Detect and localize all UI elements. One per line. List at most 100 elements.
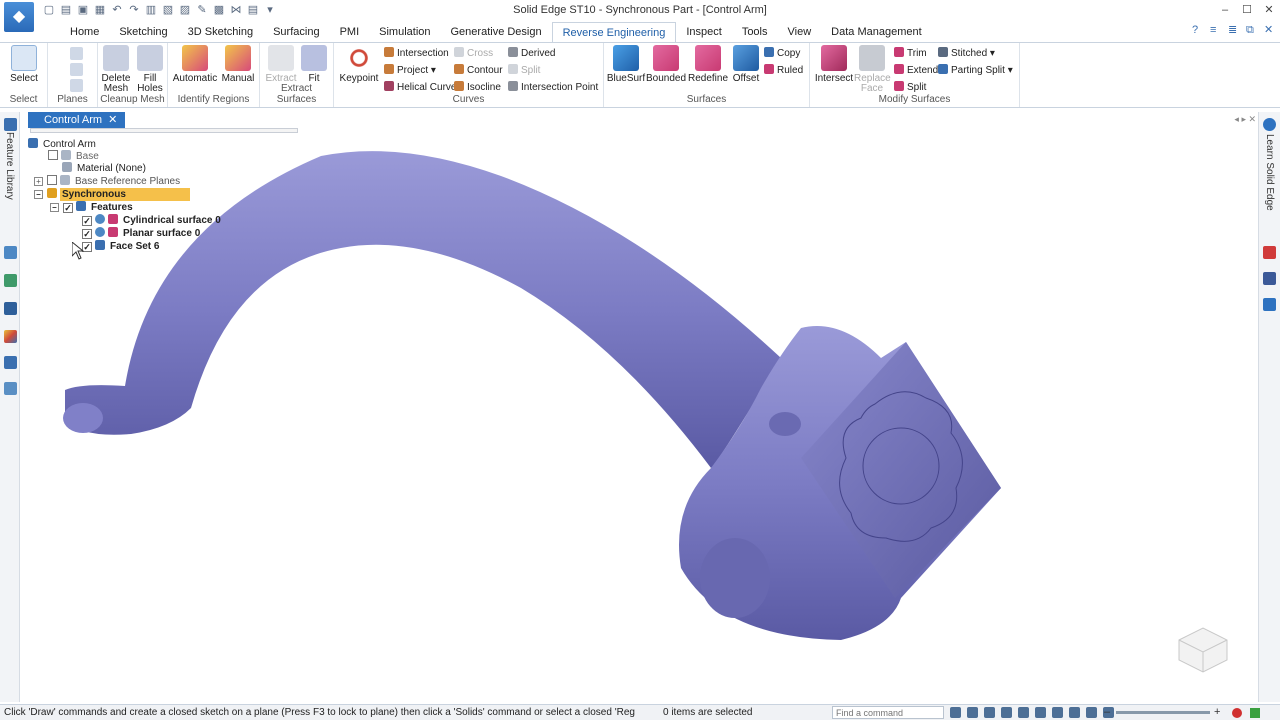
tab-sketching[interactable]: Sketching [109, 22, 177, 42]
feature-library-tab[interactable]: Feature Library [4, 132, 15, 200]
record-icon[interactable] [1232, 708, 1242, 718]
tab-3d-sketching[interactable]: 3D Sketching [178, 22, 263, 42]
redo-icon[interactable]: ↷ [127, 3, 141, 17]
intersection-button[interactable]: Intersection [384, 46, 449, 61]
delete-mesh-button[interactable]: Delete Mesh [100, 45, 132, 94]
teamcenter-icon[interactable] [4, 302, 17, 315]
zoom-out-button[interactable]: – [1104, 705, 1110, 720]
tab-inspect[interactable]: Inspect [676, 22, 731, 42]
ruled-button[interactable]: Ruled [764, 63, 803, 78]
bluesurf-button[interactable]: BlueSurf [606, 45, 646, 84]
arrow-icon[interactable] [950, 707, 961, 718]
stitched-button[interactable]: Stitched ▾ [938, 46, 995, 61]
youtube-icon[interactable] [1263, 246, 1276, 259]
project-button[interactable]: Project ▾ [384, 63, 436, 78]
tab-pmi[interactable]: PMI [330, 22, 370, 42]
command-finder-input[interactable] [832, 706, 944, 719]
offset-button[interactable]: Offset [730, 45, 762, 84]
zoom-icon[interactable] [984, 707, 995, 718]
zoom-area-icon[interactable] [967, 707, 978, 718]
collapse-icon[interactable]: – [50, 203, 59, 212]
minimize-button[interactable]: – [1214, 0, 1236, 20]
variables-icon[interactable] [4, 382, 17, 395]
maximize-button[interactable]: ☐ [1236, 0, 1258, 20]
derived-button[interactable]: Derived [508, 46, 555, 61]
intersect-button[interactable]: Intersect [814, 45, 854, 84]
copy-button[interactable]: Copy [764, 46, 800, 61]
layers-icon[interactable] [4, 246, 17, 259]
copy-icon[interactable]: ▧ [161, 3, 175, 17]
tree-node-planar-surface[interactable]: ✓ Planar surface 0 [82, 227, 202, 240]
rotate-icon[interactable] [1035, 707, 1046, 718]
select-button[interactable]: Select [4, 45, 44, 84]
plane-icon[interactable] [70, 47, 83, 60]
customize-qat-icon[interactable]: ▾ [263, 3, 277, 17]
tab-tools[interactable]: Tools [732, 22, 778, 42]
tree-node-material[interactable]: Material (None) [62, 162, 148, 175]
contour-button[interactable]: Contour [454, 63, 503, 78]
tab-reverse-engineering[interactable]: Reverse Engineering [551, 22, 677, 42]
trim-button[interactable]: Trim [894, 46, 927, 61]
surface-split-button[interactable]: Split [894, 80, 926, 95]
tab-home[interactable]: Home [60, 22, 109, 42]
axis-icon[interactable] [70, 79, 83, 92]
open-icon[interactable]: ▤ [59, 3, 73, 17]
cross-button[interactable]: Cross [454, 46, 493, 61]
redefine-button[interactable]: Redefine [686, 45, 730, 84]
save-icon[interactable]: ▣ [76, 3, 90, 17]
zoom-slider[interactable] [1116, 711, 1210, 714]
parting-split-button[interactable]: Parting Split ▾ [938, 63, 1013, 78]
tab-generative-design[interactable]: Generative Design [441, 22, 552, 42]
bounded-button[interactable]: Bounded [646, 45, 686, 84]
properties-icon[interactable]: ▥ [144, 3, 158, 17]
fit-view-icon[interactable] [1001, 707, 1012, 718]
new-icon[interactable]: ▢ [42, 3, 56, 17]
view-orient-icon[interactable] [1052, 707, 1063, 718]
collapse-icon[interactable]: – [34, 190, 43, 199]
tab-view[interactable]: View [778, 22, 822, 42]
close-tab-icon[interactable]: ✕ [108, 114, 117, 126]
view-cube[interactable] [1171, 622, 1231, 678]
replace-face-button[interactable]: Replace Face [854, 45, 891, 94]
tab-simulation[interactable]: Simulation [369, 22, 440, 42]
pan-icon[interactable] [1018, 707, 1029, 718]
help-icon[interactable]: ? [1192, 24, 1204, 36]
restore-icon[interactable]: ⧉ [1246, 24, 1258, 36]
fit-button[interactable]: Fit [298, 45, 330, 84]
tree-node-face-set[interactable]: ✓ Face Set 6 [82, 240, 161, 253]
pathfinder-splitter[interactable] [30, 128, 298, 133]
list-icon[interactable]: ≡ [1210, 24, 1222, 36]
community-icon[interactable] [1263, 298, 1276, 311]
base-planes-checkbox[interactable] [47, 175, 57, 185]
facebook-icon[interactable] [1263, 272, 1276, 285]
tab-surfacing[interactable]: Surfacing [263, 22, 329, 42]
family-icon[interactable] [4, 274, 17, 287]
close-window-button[interactable]: ✕ [1258, 0, 1280, 20]
coordinate-icon[interactable] [70, 63, 83, 76]
tree-node-features[interactable]: – ✓ Features [50, 201, 135, 214]
shading-icon[interactable] [1086, 707, 1097, 718]
status-green-icon[interactable] [1250, 708, 1260, 718]
ribbon-close-icon[interactable]: ✕ [1264, 24, 1276, 36]
fill-holes-button[interactable]: Fill Holes [134, 45, 166, 94]
automatic-button[interactable]: Automatic [172, 45, 218, 84]
pathfinder-icon[interactable] [4, 118, 17, 131]
tree-node-cylindrical-surface[interactable]: ✓ Cylindrical surface 0 [82, 214, 223, 227]
settings-icon[interactable]: ✎ [195, 3, 209, 17]
color-icon[interactable] [4, 330, 17, 343]
help-circle-icon[interactable] [1263, 118, 1276, 131]
sketch-view-icon[interactable] [1069, 707, 1080, 718]
cyl-surface-checkbox[interactable]: ✓ [82, 216, 92, 226]
mesh-icon[interactable]: ⋈ [229, 3, 243, 17]
tree-node-base-planes[interactable]: + Base Reference Planes [34, 175, 182, 188]
intersection-point-button[interactable]: Intersection Point [508, 80, 598, 95]
folder-icon[interactable]: ▨ [178, 3, 192, 17]
manual-button[interactable]: Manual [218, 45, 258, 84]
print-icon[interactable]: ▦ [93, 3, 107, 17]
keypoint-button[interactable]: Keypoint [338, 45, 380, 84]
features-checkbox[interactable]: ✓ [63, 203, 73, 213]
extract-button[interactable]: Extract [264, 45, 298, 84]
table-icon[interactable]: ▤ [246, 3, 260, 17]
zoom-in-button[interactable]: + [1214, 705, 1220, 720]
isocline-button[interactable]: Isocline [454, 80, 501, 95]
